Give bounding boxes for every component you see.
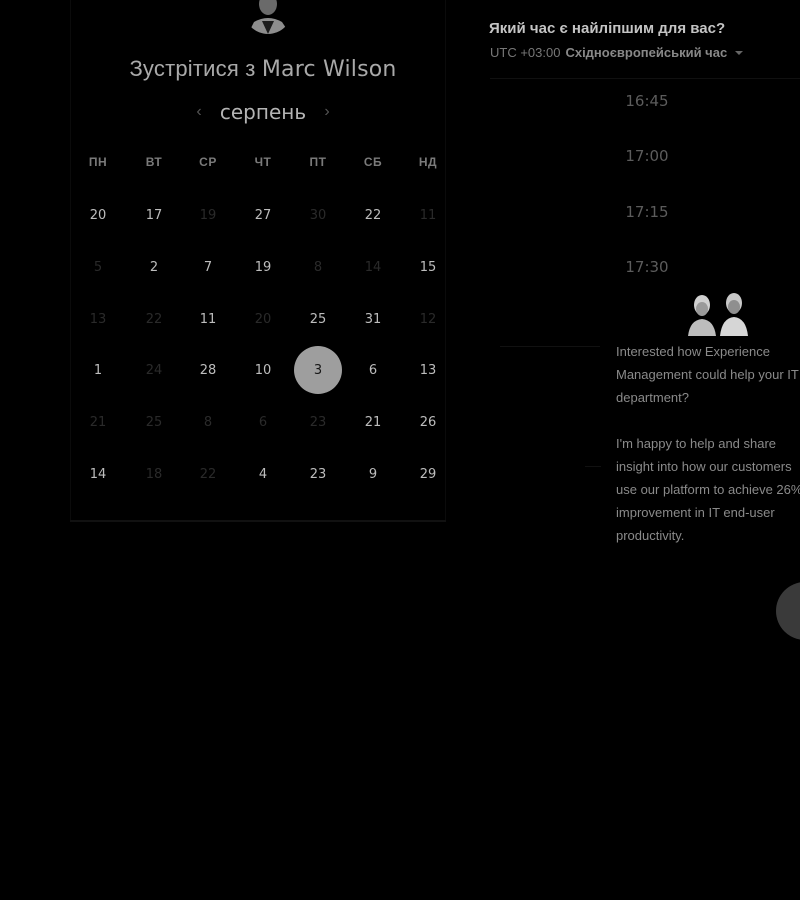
- calendar-day[interactable]: 15: [404, 243, 452, 291]
- time-slot[interactable]: 17:30: [592, 251, 702, 283]
- calendar-day: 13: [89, 311, 107, 327]
- calendar-day: 25: [145, 414, 163, 430]
- weekday-label: ЧТ: [254, 155, 272, 169]
- time-slot[interactable]: 17:00: [592, 140, 702, 172]
- calendar-day[interactable]: 13: [404, 346, 452, 394]
- weekday-label: ПТ: [309, 155, 327, 169]
- calendar-day[interactable]: 11: [184, 295, 232, 343]
- divider: [585, 466, 601, 467]
- weekday-label: ПН: [88, 155, 108, 169]
- calendar-day: 20: [254, 311, 272, 327]
- calendar-day[interactable]: 9: [349, 450, 397, 498]
- calendar-day[interactable]: 17: [130, 191, 178, 239]
- chat-launcher-button[interactable]: [776, 582, 800, 640]
- calendar-day: 8: [203, 414, 213, 430]
- chat-message-2: I'm happy to help and share insight into…: [616, 436, 800, 543]
- calendar-day: 24: [145, 362, 163, 378]
- calendar-day[interactable]: 25: [294, 295, 342, 343]
- calendar-day: 22: [199, 466, 217, 482]
- calendar-day[interactable]: 22: [349, 191, 397, 239]
- calendar-day[interactable]: 29: [404, 450, 452, 498]
- calendar-day: 19: [199, 207, 217, 223]
- tz-offset: UTC +03:00: [490, 45, 561, 60]
- weekday-label: СБ: [363, 155, 383, 169]
- calendar-day[interactable]: 4: [239, 450, 287, 498]
- calendar-day: 5: [93, 259, 103, 275]
- chevron-left-icon[interactable]: ‹: [190, 101, 208, 123]
- calendar-day[interactable]: 26: [404, 398, 452, 446]
- calendar-day[interactable]: 20: [74, 191, 122, 239]
- chevron-right-icon[interactable]: ›: [318, 101, 336, 123]
- host-name: Marc Wilson: [261, 57, 397, 82]
- calendar-day: 22: [145, 311, 163, 327]
- chat-message-1: Interested how Experience Management cou…: [616, 344, 799, 405]
- calendar-day[interactable]: 10: [239, 346, 287, 394]
- weekday-label: НД: [418, 155, 438, 169]
- calendar-day: 12: [419, 311, 437, 327]
- calendar-day[interactable]: 14: [74, 450, 122, 498]
- tz-name: Східноєвропейський час: [565, 45, 728, 60]
- calendar-day[interactable]: 19: [239, 243, 287, 291]
- time-question: Який час є найліпшим для вас?: [489, 20, 726, 37]
- timezone-select[interactable]: UTC +03:00 Східноєвропейський час: [490, 45, 744, 60]
- calendar-day[interactable]: 2: [130, 243, 178, 291]
- calendar-day[interactable]: 6: [349, 346, 397, 394]
- calendar-day[interactable]: 7: [184, 243, 232, 291]
- calendar-day: 14: [364, 259, 382, 275]
- calendar-day: 30: [309, 207, 327, 223]
- divider: [490, 78, 800, 79]
- calendar-day: 18: [145, 466, 163, 482]
- divider: [500, 346, 600, 347]
- calendar-day: 8: [313, 259, 323, 275]
- calendar-day: 11: [419, 207, 437, 223]
- host-avatar: [244, 0, 292, 34]
- calendar-day[interactable]: 21: [349, 398, 397, 446]
- page-title: Зустрітися з Marc Wilson: [0, 56, 526, 82]
- calendar-day[interactable]: 27: [239, 191, 287, 239]
- month-navigation: ‹ серпень ›: [190, 98, 336, 126]
- weekday-header: ПН ВТ СР ЧТ ПТ СБ НД: [70, 155, 456, 175]
- calendar-day: 21: [89, 414, 107, 430]
- calendar-day: 6: [258, 414, 268, 430]
- calendar-day[interactable]: 23: [294, 450, 342, 498]
- time-slot[interactable]: 16:45: [592, 85, 702, 117]
- weekday-label: ВТ: [145, 155, 163, 169]
- time-slot[interactable]: 17:15: [592, 196, 702, 228]
- weekday-label: СР: [199, 155, 217, 169]
- calendar-day-selected[interactable]: 3: [294, 346, 342, 394]
- calendar-day[interactable]: 28: [184, 346, 232, 394]
- chat-agent-avatars: [688, 293, 748, 336]
- calendar-day[interactable]: 31: [349, 295, 397, 343]
- caret-down-icon: [735, 50, 744, 55]
- calendar-day: 23: [309, 414, 327, 430]
- month-label: серпень: [219, 100, 307, 124]
- title-prefix: Зустрітися з: [129, 56, 256, 81]
- chat-message: Interested how Experience Management cou…: [616, 340, 800, 547]
- calendar-day[interactable]: 1: [74, 346, 122, 394]
